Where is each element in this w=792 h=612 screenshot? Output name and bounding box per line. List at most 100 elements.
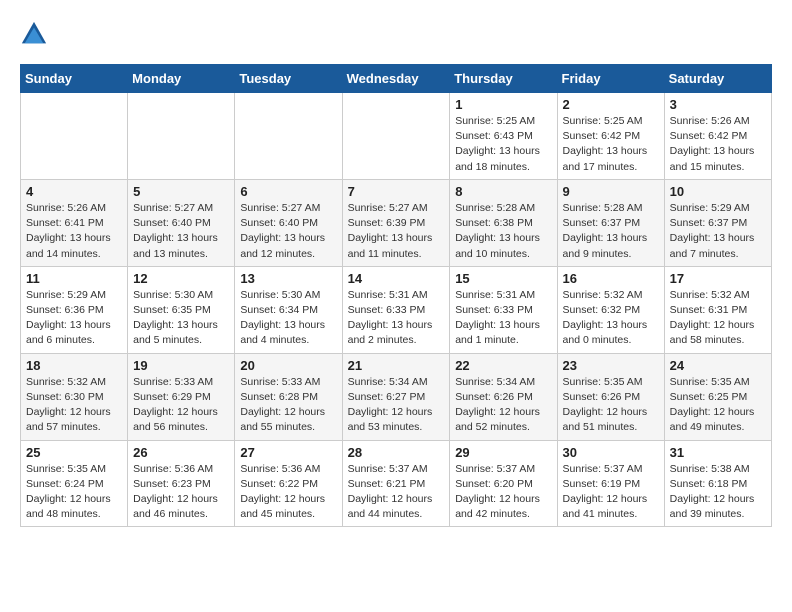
calendar-cell: 4 Sunrise: 5:26 AMSunset: 6:41 PMDaylight… — [21, 179, 128, 266]
calendar-cell: 24 Sunrise: 5:35 AMSunset: 6:25 PMDayligh… — [664, 353, 771, 440]
day-info: Sunrise: 5:32 AMSunset: 6:31 PMDaylight:… — [670, 288, 766, 349]
day-info: Sunrise: 5:34 AMSunset: 6:26 PMDaylight:… — [455, 375, 551, 436]
day-info: Sunrise: 5:31 AMSunset: 6:33 PMDaylight:… — [455, 288, 551, 349]
header-tuesday: Tuesday — [235, 65, 342, 93]
day-number: 2 — [563, 97, 659, 112]
calendar-cell: 21 Sunrise: 5:34 AMSunset: 6:27 PMDayligh… — [342, 353, 450, 440]
calendar-cell: 31 Sunrise: 5:38 AMSunset: 6:18 PMDayligh… — [664, 440, 771, 527]
calendar-cell — [21, 93, 128, 180]
day-info: Sunrise: 5:29 AMSunset: 6:36 PMDaylight:… — [26, 288, 122, 349]
day-number: 31 — [670, 445, 766, 460]
calendar-week-2: 4 Sunrise: 5:26 AMSunset: 6:41 PMDaylight… — [21, 179, 772, 266]
header-saturday: Saturday — [664, 65, 771, 93]
day-number: 21 — [348, 358, 445, 373]
day-info: Sunrise: 5:25 AMSunset: 6:43 PMDaylight:… — [455, 114, 551, 175]
day-number: 23 — [563, 358, 659, 373]
day-number: 5 — [133, 184, 229, 199]
calendar-cell: 27 Sunrise: 5:36 AMSunset: 6:22 PMDayligh… — [235, 440, 342, 527]
day-info: Sunrise: 5:30 AMSunset: 6:35 PMDaylight:… — [133, 288, 229, 349]
day-info: Sunrise: 5:26 AMSunset: 6:41 PMDaylight:… — [26, 201, 122, 262]
calendar-cell: 15 Sunrise: 5:31 AMSunset: 6:33 PMDayligh… — [450, 266, 557, 353]
day-info: Sunrise: 5:31 AMSunset: 6:33 PMDaylight:… — [348, 288, 445, 349]
calendar-week-1: 1 Sunrise: 5:25 AMSunset: 6:43 PMDaylight… — [21, 93, 772, 180]
calendar-cell: 17 Sunrise: 5:32 AMSunset: 6:31 PMDayligh… — [664, 266, 771, 353]
day-number: 14 — [348, 271, 445, 286]
calendar-cell: 20 Sunrise: 5:33 AMSunset: 6:28 PMDayligh… — [235, 353, 342, 440]
calendar-cell: 11 Sunrise: 5:29 AMSunset: 6:36 PMDayligh… — [21, 266, 128, 353]
day-number: 28 — [348, 445, 445, 460]
calendar-cell: 2Sunrise: 5:25 AMSunset: 6:42 PMDaylight… — [557, 93, 664, 180]
calendar-cell: 19Sunrise: 5:33 AMSunset: 6:29 PMDayligh… — [128, 353, 235, 440]
day-number: 24 — [670, 358, 766, 373]
calendar-cell: 22Sunrise: 5:34 AMSunset: 6:26 PMDayligh… — [450, 353, 557, 440]
day-info: Sunrise: 5:27 AMSunset: 6:39 PMDaylight:… — [348, 201, 445, 262]
header-friday: Friday — [557, 65, 664, 93]
calendar-cell: 8 Sunrise: 5:28 AMSunset: 6:38 PMDaylight… — [450, 179, 557, 266]
day-info: Sunrise: 5:29 AMSunset: 6:37 PMDaylight:… — [670, 201, 766, 262]
calendar-cell: 18 Sunrise: 5:32 AMSunset: 6:30 PMDayligh… — [21, 353, 128, 440]
day-number: 9 — [563, 184, 659, 199]
calendar-cell: 30 Sunrise: 5:37 AMSunset: 6:19 PMDayligh… — [557, 440, 664, 527]
day-number: 3 — [670, 97, 766, 112]
calendar-week-4: 18 Sunrise: 5:32 AMSunset: 6:30 PMDayligh… — [21, 353, 772, 440]
calendar-cell: 1 Sunrise: 5:25 AMSunset: 6:43 PMDaylight… — [450, 93, 557, 180]
day-number: 30 — [563, 445, 659, 460]
header-wednesday: Wednesday — [342, 65, 450, 93]
day-info: Sunrise: 5:35 AMSunset: 6:25 PMDaylight:… — [670, 375, 766, 436]
day-info: Sunrise: 5:38 AMSunset: 6:18 PMDaylight:… — [670, 462, 766, 523]
header-monday: Monday — [128, 65, 235, 93]
day-info: Sunrise: 5:35 AMSunset: 6:26 PMDaylight:… — [563, 375, 659, 436]
day-info: Sunrise: 5:36 AMSunset: 6:22 PMDaylight:… — [240, 462, 336, 523]
calendar-cell: 12 Sunrise: 5:30 AMSunset: 6:35 PMDayligh… — [128, 266, 235, 353]
header-thursday: Thursday — [450, 65, 557, 93]
day-number: 17 — [670, 271, 766, 286]
header-sunday: Sunday — [21, 65, 128, 93]
day-info: Sunrise: 5:33 AMSunset: 6:29 PMDaylight:… — [133, 375, 229, 436]
calendar-cell: 23 Sunrise: 5:35 AMSunset: 6:26 PMDayligh… — [557, 353, 664, 440]
day-info: Sunrise: 5:28 AMSunset: 6:38 PMDaylight:… — [455, 201, 551, 262]
day-number: 13 — [240, 271, 336, 286]
calendar-cell: 5 Sunrise: 5:27 AMSunset: 6:40 PMDaylight… — [128, 179, 235, 266]
day-number: 20 — [240, 358, 336, 373]
day-number: 4 — [26, 184, 122, 199]
calendar-table: SundayMondayTuesdayWednesdayThursdayFrid… — [20, 64, 772, 527]
day-number: 8 — [455, 184, 551, 199]
day-info: Sunrise: 5:34 AMSunset: 6:27 PMDaylight:… — [348, 375, 445, 436]
day-info: Sunrise: 5:33 AMSunset: 6:28 PMDaylight:… — [240, 375, 336, 436]
calendar-cell: 10 Sunrise: 5:29 AMSunset: 6:37 PMDayligh… — [664, 179, 771, 266]
day-info: Sunrise: 5:32 AMSunset: 6:32 PMDaylight:… — [563, 288, 659, 349]
day-info: Sunrise: 5:37 AMSunset: 6:20 PMDaylight:… — [455, 462, 551, 523]
day-info: Sunrise: 5:27 AMSunset: 6:40 PMDaylight:… — [240, 201, 336, 262]
day-number: 15 — [455, 271, 551, 286]
day-number: 6 — [240, 184, 336, 199]
day-info: Sunrise: 5:37 AMSunset: 6:19 PMDaylight:… — [563, 462, 659, 523]
day-number: 27 — [240, 445, 336, 460]
calendar-cell: 3Sunrise: 5:26 AMSunset: 6:42 PMDaylight… — [664, 93, 771, 180]
calendar-cell: 13 Sunrise: 5:30 AMSunset: 6:34 PMDayligh… — [235, 266, 342, 353]
calendar-week-5: 25Sunrise: 5:35 AMSunset: 6:24 PMDayligh… — [21, 440, 772, 527]
day-number: 10 — [670, 184, 766, 199]
day-number: 29 — [455, 445, 551, 460]
day-number: 12 — [133, 271, 229, 286]
day-number: 1 — [455, 97, 551, 112]
calendar-cell: 16 Sunrise: 5:32 AMSunset: 6:32 PMDayligh… — [557, 266, 664, 353]
calendar-week-3: 11 Sunrise: 5:29 AMSunset: 6:36 PMDayligh… — [21, 266, 772, 353]
day-number: 18 — [26, 358, 122, 373]
calendar-cell: 28 Sunrise: 5:37 AMSunset: 6:21 PMDayligh… — [342, 440, 450, 527]
page-header — [20, 20, 772, 48]
day-info: Sunrise: 5:32 AMSunset: 6:30 PMDaylight:… — [26, 375, 122, 436]
calendar-cell: 29 Sunrise: 5:37 AMSunset: 6:20 PMDayligh… — [450, 440, 557, 527]
day-info: Sunrise: 5:27 AMSunset: 6:40 PMDaylight:… — [133, 201, 229, 262]
calendar-cell: 25Sunrise: 5:35 AMSunset: 6:24 PMDayligh… — [21, 440, 128, 527]
day-info: Sunrise: 5:37 AMSunset: 6:21 PMDaylight:… — [348, 462, 445, 523]
calendar-cell — [128, 93, 235, 180]
day-number: 16 — [563, 271, 659, 286]
day-number: 11 — [26, 271, 122, 286]
calendar-cell: 7 Sunrise: 5:27 AMSunset: 6:39 PMDaylight… — [342, 179, 450, 266]
calendar-header-row: SundayMondayTuesdayWednesdayThursdayFrid… — [21, 65, 772, 93]
day-number: 7 — [348, 184, 445, 199]
calendar-cell: 14 Sunrise: 5:31 AMSunset: 6:33 PMDayligh… — [342, 266, 450, 353]
day-info: Sunrise: 5:36 AMSunset: 6:23 PMDaylight:… — [133, 462, 229, 523]
day-number: 25 — [26, 445, 122, 460]
day-info: Sunrise: 5:30 AMSunset: 6:34 PMDaylight:… — [240, 288, 336, 349]
